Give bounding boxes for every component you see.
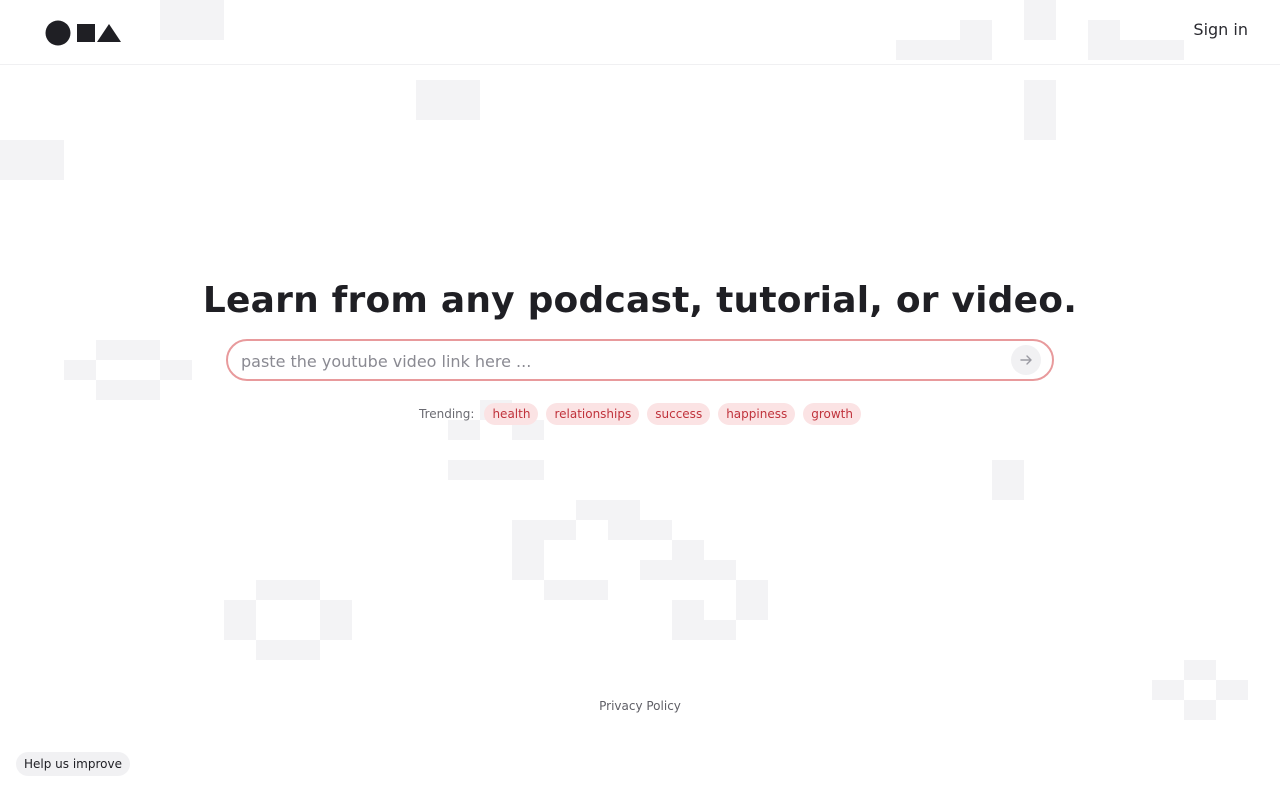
video-link-input[interactable]: [239, 341, 1003, 381]
arrow-right-icon: [1020, 355, 1032, 365]
page: Sign in Learn from any podcast, tutorial…: [0, 0, 1280, 800]
logo-icon[interactable]: [45, 20, 123, 46]
sign-in-link[interactable]: Sign in: [1193, 20, 1248, 39]
trending-label: Trending:: [419, 407, 475, 421]
submit-button[interactable]: [1011, 345, 1041, 375]
hero-title: Learn from any podcast, tutorial, or vid…: [202, 280, 1078, 321]
privacy-policy-label[interactable]: Privacy Policy: [599, 699, 681, 713]
help-us-improve-button[interactable]: Help us improve: [16, 752, 130, 776]
tag-happiness[interactable]: happiness: [718, 403, 796, 425]
top-bar: Sign in: [0, 0, 1280, 65]
search-bar: [226, 339, 1054, 381]
tag-growth[interactable]: growth: [803, 403, 861, 425]
trending-row: Trending: health relationships success h…: [0, 403, 1280, 425]
tag-relationships[interactable]: relationships: [546, 403, 640, 425]
tag-health[interactable]: health: [484, 403, 539, 425]
tag-success[interactable]: success: [647, 403, 711, 425]
privacy-policy-link: Privacy Policy: [0, 699, 1280, 713]
